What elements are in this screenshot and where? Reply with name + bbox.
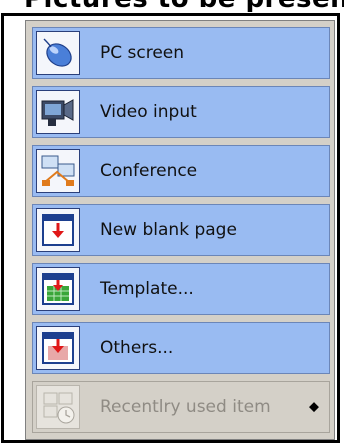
menu-item-label: Template... [100, 279, 194, 299]
video-camera-icon [36, 90, 80, 134]
menu-item-label: Recentlry used item [100, 397, 271, 417]
menu-item-new-blank-page[interactable]: New blank page [32, 204, 330, 256]
recent-items-icon [36, 385, 80, 429]
template-icon [36, 267, 80, 311]
others-icon [36, 326, 80, 370]
menu-item-pc-screen[interactable]: PC screen [32, 27, 330, 79]
conference-icon [36, 149, 80, 193]
menu-item-label: New blank page [100, 220, 237, 240]
menu-item-conference[interactable]: Conference [32, 145, 330, 197]
menu-item-video-input[interactable]: Video input [32, 86, 330, 138]
menu-item-label: Video input [100, 102, 197, 122]
menu-item-recently-used[interactable]: Recentlry used item ◆ [32, 381, 330, 433]
menu-item-label: Others... [100, 338, 174, 358]
menu-item-label: PC screen [100, 43, 185, 63]
submenu-arrow-icon: ◆ [309, 399, 319, 415]
new-page-icon [36, 208, 80, 252]
menu-item-template[interactable]: Template... [32, 263, 330, 315]
mouse-icon [36, 31, 80, 75]
cropped-heading: Pictures to be presented [24, 0, 344, 12]
presentation-source-menu: PC screen Video input Conference New bla… [25, 20, 335, 440]
menu-item-others[interactable]: Others... [32, 322, 330, 374]
menu-item-label: Conference [100, 161, 198, 181]
